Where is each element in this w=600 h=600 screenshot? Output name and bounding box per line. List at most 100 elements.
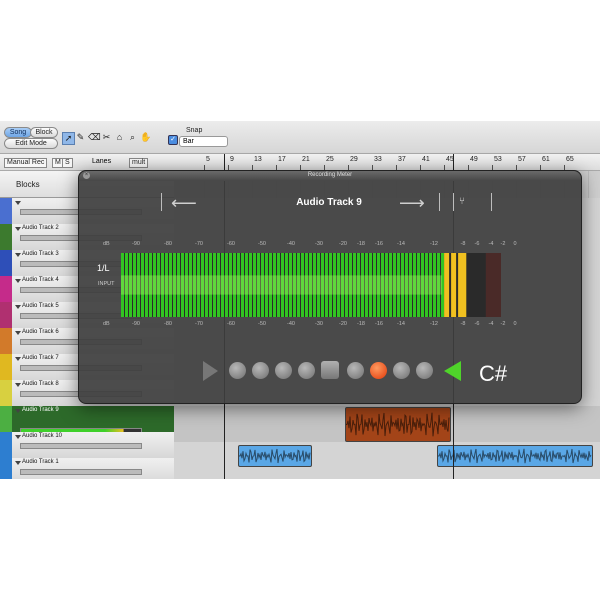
ruler-tick-label: 37 — [398, 156, 406, 163]
meter-scale-label: 0 — [513, 321, 517, 327]
track-header[interactable]: Audio Track 1 — [0, 458, 174, 479]
lanes-select[interactable]: mult — [129, 158, 149, 168]
meter-scale-label: -14 — [397, 241, 405, 247]
track-header[interactable]: Audio Track 10 — [0, 432, 174, 459]
track-color-strip — [0, 302, 12, 328]
play-icon[interactable] — [201, 360, 219, 382]
track-name: Audio Track 4 — [22, 277, 59, 283]
disclosure-triangle-icon[interactable] — [15, 279, 21, 283]
disclosure-triangle-icon[interactable] — [15, 357, 21, 361]
ruler-tick-label: 5 — [206, 156, 210, 163]
ruler-tick-label: 53 — [494, 156, 502, 163]
meter-scale-label: -18 — [357, 321, 365, 327]
track-name: Audio Track 6 — [22, 329, 59, 335]
meter-scale-label: -18 — [357, 241, 365, 247]
meter-led-1 — [229, 362, 246, 379]
meter-scale-label: -12 — [430, 321, 438, 327]
waveform — [438, 448, 592, 464]
lanes-label: Lanes — [92, 158, 112, 165]
meter-scale-label: -50 — [258, 321, 266, 327]
divider — [491, 193, 492, 211]
track-color-strip — [0, 224, 12, 250]
solo-all-button[interactable]: S — [62, 158, 73, 168]
snap-select[interactable]: Bar — [179, 136, 228, 147]
stop-icon[interactable] — [321, 361, 339, 379]
track-color-strip — [0, 276, 12, 302]
meter-scale-label: -8 — [460, 241, 466, 247]
track-name: Audio Track 9 — [22, 407, 59, 413]
hand-tool-icon[interactable]: ✋ — [140, 132, 151, 143]
meter-led-7 — [416, 362, 433, 379]
waveform — [239, 448, 311, 464]
ruler-tick-label: 13 — [254, 156, 262, 163]
edit-mode-button[interactable]: Edit Mode — [4, 138, 58, 149]
disclosure-triangle-icon[interactable] — [15, 331, 21, 335]
track-color-strip — [0, 250, 12, 276]
divider — [453, 193, 454, 211]
scissors-tool-icon[interactable]: ✂ — [101, 132, 112, 143]
meter-scale-label: -80 — [164, 321, 172, 327]
disclosure-triangle-icon[interactable] — [15, 383, 21, 387]
meter-scale-label: -6 — [474, 321, 480, 327]
glue-tool-icon[interactable]: ⌂ — [114, 132, 125, 143]
song-mode-button[interactable]: Song — [4, 127, 32, 138]
disclosure-triangle-icon[interactable] — [15, 435, 21, 439]
track-color-strip — [0, 328, 12, 354]
ruler-tick-label: 57 — [518, 156, 526, 163]
meter-scale-label: -30 — [315, 321, 323, 327]
disclosure-triangle-icon[interactable] — [15, 409, 21, 413]
tuner-fork-icon[interactable]: ⑂ — [459, 196, 465, 207]
meter-scale-label: -70 — [195, 321, 203, 327]
next-track-arrow-icon[interactable]: ⟶ — [399, 193, 425, 214]
disclosure-triangle-icon[interactable] — [15, 305, 21, 309]
track-color-strip — [0, 458, 12, 479]
ruler-tick-label: 65 — [566, 156, 574, 163]
tuner-note-label: C# — [479, 361, 508, 386]
ruler-tick-label: 9 — [230, 156, 234, 163]
ruler-tick-label: 33 — [374, 156, 382, 163]
meter-scale-label: -60 — [227, 241, 235, 247]
meter-highlight — [121, 275, 443, 295]
meter-scale-label: -12 — [430, 241, 438, 247]
timeline-ruler[interactable]: 5 9 13 17 21 25 29 33 37 41 45 49 53 57 61 65 — [174, 154, 600, 170]
toolbar: Song Block Edit Mode ➚ ✎ ⌫ ✂ ⌂ ⌕ ✋ Snap … — [0, 121, 600, 154]
meter-scale-label: -30 — [315, 241, 323, 247]
previous-track-arrow-icon[interactable]: ⟵ — [171, 193, 197, 214]
audio-clip[interactable] — [238, 445, 312, 467]
magnify-tool-icon[interactable]: ⌕ — [127, 132, 138, 143]
record-icon[interactable] — [370, 362, 387, 379]
disclosure-triangle-icon[interactable] — [15, 201, 21, 205]
meter-window-title: Recording Meter — [307, 172, 353, 178]
audio-clip[interactable] — [437, 445, 593, 467]
meter-led-4 — [298, 362, 315, 379]
disclosure-triangle-icon[interactable] — [15, 253, 21, 257]
track-mini-meter — [20, 443, 142, 449]
track-color-strip — [0, 432, 12, 458]
meter-scale-label: -20 — [339, 241, 347, 247]
db-label-bottom: dB — [103, 321, 110, 327]
track-color-strip — [0, 198, 12, 224]
meter-led-2 — [252, 362, 269, 379]
db-label-top: dB — [103, 241, 110, 247]
manual-rec-button[interactable]: Manual Rec — [4, 158, 48, 168]
block-mode-button[interactable]: Block — [30, 127, 58, 138]
track-name: Audio Track 8 — [22, 381, 59, 387]
meter-clip-zone — [485, 253, 501, 317]
ruler-tick-label: 17 — [278, 156, 286, 163]
pointer-tool-icon[interactable]: ➚ — [62, 132, 75, 145]
pencil-tool-icon[interactable]: ✎ — [75, 132, 86, 143]
disclosure-triangle-icon[interactable] — [15, 227, 21, 231]
track-color-strip — [0, 380, 12, 406]
track-lane[interactable] — [174, 468, 600, 479]
meter-led-5 — [347, 362, 364, 379]
eraser-tool-icon[interactable]: ⌫ — [88, 132, 101, 143]
meter-scale-label: -70 — [195, 241, 203, 247]
header-row: Manual Rec M S Lanes mult 5 9 13 17 21 25 29 33… — [0, 154, 600, 171]
snap-checkbox[interactable]: ✓ — [168, 135, 178, 145]
track-name: Audio Track 5 — [22, 303, 59, 309]
disclosure-triangle-icon[interactable] — [15, 461, 21, 465]
recording-clip[interactable] — [345, 407, 451, 442]
meter-scale-label: -16 — [375, 321, 383, 327]
ruler-tick-label: 41 — [422, 156, 430, 163]
meter-scale-label: -80 — [164, 241, 172, 247]
